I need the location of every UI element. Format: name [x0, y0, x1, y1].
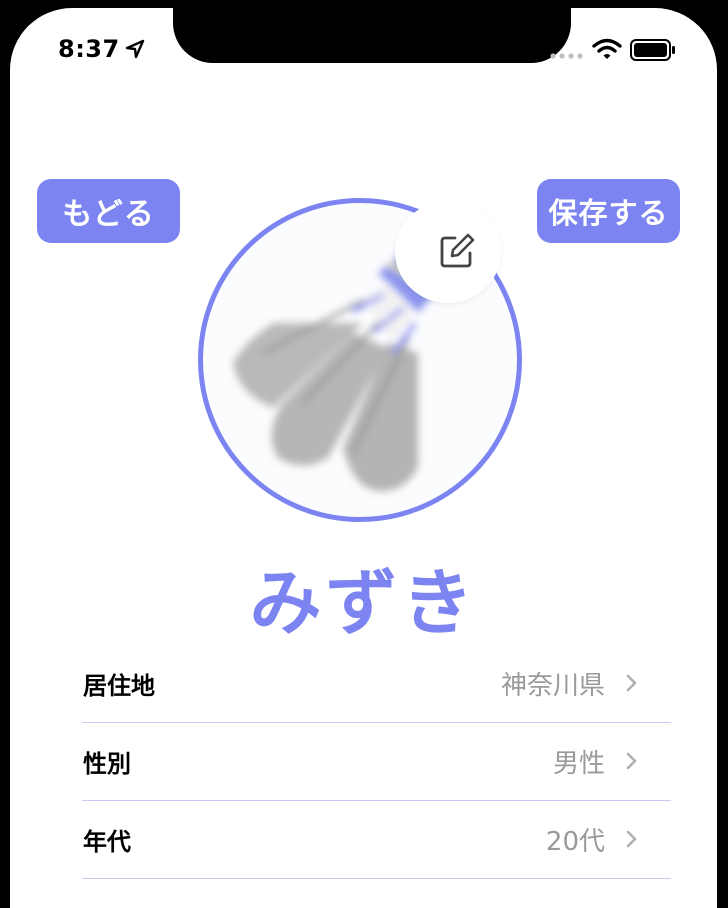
back-button[interactable]: もどる	[37, 179, 180, 243]
field-value: 神奈川県	[500, 670, 605, 701]
field-row-gender[interactable]: 性別 男性	[82, 722, 671, 801]
profile-name: みずき	[249, 561, 478, 645]
device-notch	[173, 8, 571, 63]
field-value: 男性	[552, 748, 605, 779]
edit-icon[interactable]	[438, 232, 476, 270]
battery-icon	[630, 39, 675, 61]
field-label: 性別	[83, 749, 131, 778]
chevron-right-icon	[626, 674, 637, 692]
location-arrow-icon	[125, 39, 145, 59]
field-row-age[interactable]: 年代 20代	[82, 800, 671, 879]
field-value: 20代	[545, 826, 605, 857]
field-label: 年代	[83, 827, 131, 856]
field-label: 居住地	[83, 671, 155, 700]
wifi-icon	[592, 38, 622, 59]
status-time: 8:37	[58, 35, 120, 63]
app-screen: 8:37 もどる 保存する みずき 居住地 神奈川県 性別 男性 年代 20代	[10, 8, 717, 908]
save-button[interactable]: 保存する	[537, 179, 680, 243]
chevron-right-icon	[626, 830, 637, 848]
chevron-right-icon	[626, 752, 637, 770]
signal-icon	[550, 53, 583, 59]
field-row-residence[interactable]: 居住地 神奈川県	[82, 644, 671, 723]
